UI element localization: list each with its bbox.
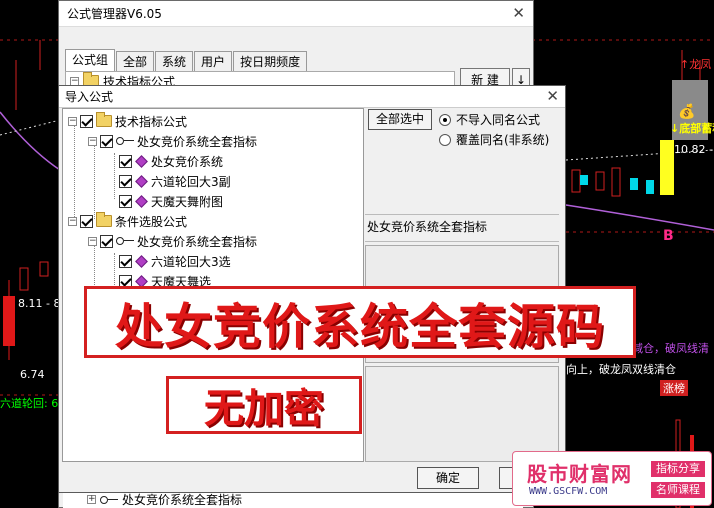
tree-item-label: 技术指标公式: [115, 114, 188, 129]
dragon-phoenix-label: ↑龙凤: [680, 58, 712, 71]
watermark-url: WWW.GSCFW.COM: [529, 486, 608, 497]
key-icon: [116, 236, 134, 246]
folder-icon: [96, 212, 112, 227]
tree-item[interactable]: 处女竞价系统: [119, 152, 223, 170]
subline-text: 无加密: [204, 385, 324, 432]
formula-diamond-icon: [135, 174, 148, 188]
collapse-icon[interactable]: −: [68, 116, 77, 126]
tree-item-label: 处女竞价系统全套指标: [137, 134, 258, 149]
tree-item[interactable]: 六道轮回大3副: [119, 172, 231, 190]
tree-item[interactable]: − 处女竞价系统全套指标: [88, 232, 257, 250]
option-overwrite-duplicates[interactable]: 覆盖同名(非系统): [439, 131, 549, 148]
price-label-low: 6.74: [20, 368, 45, 381]
select-all-button[interactable]: 全部选中: [368, 109, 432, 130]
key-icon: [116, 136, 134, 146]
radio-button[interactable]: [439, 133, 451, 146]
collapse-icon[interactable]: −: [88, 236, 97, 246]
tab-all[interactable]: 全部: [116, 51, 155, 71]
tree-item-label: 天魔天舞附图: [151, 194, 224, 209]
watermark-tag-master-course: 名师课程: [651, 482, 705, 498]
subline-banner: 无加密: [166, 376, 362, 434]
close-icon[interactable]: ✕: [546, 87, 559, 105]
price-label-right: 10.82 -: [674, 143, 713, 156]
tab-by-date-frequency[interactable]: 按日期频度: [233, 51, 308, 71]
signal-text-2: 向上，破龙凤双线清仓: [566, 363, 676, 376]
headline-banner: 处女竞价系统全套源码: [84, 286, 636, 358]
tab-formula-group[interactable]: 公式组: [65, 49, 116, 71]
tree-item-label: 六道轮回大3选: [151, 254, 231, 269]
collapse-icon[interactable]: −: [68, 216, 77, 226]
headline-text: 处女竞价系统全套源码: [114, 299, 605, 355]
tree-checkbox[interactable]: [119, 154, 132, 168]
collapse-icon[interactable]: −: [88, 136, 97, 146]
watermark-tag-indicator-share: 指标分享: [651, 461, 705, 477]
tree-checkbox[interactable]: [119, 194, 132, 208]
tab-system[interactable]: 系统: [155, 51, 194, 71]
tree-checkbox[interactable]: [100, 134, 113, 148]
folder-icon: [96, 112, 112, 127]
formula-detail-box: [365, 366, 559, 462]
tree-item-label: 六道轮回大3副: [151, 174, 231, 189]
close-icon[interactable]: ✕: [512, 4, 525, 22]
formula-diamond-icon: [135, 194, 148, 208]
option-label: 不导入同名公式: [456, 113, 541, 127]
tree-item[interactable]: − 处女竞价系统全套指标: [88, 132, 257, 150]
tree-checkbox[interactable]: [100, 234, 113, 248]
radio-button[interactable]: [439, 113, 451, 126]
expand-icon[interactable]: +: [87, 495, 96, 504]
tree-item[interactable]: 天魔天舞附图: [119, 192, 223, 210]
formula-manager-title: 公式管理器V6.05: [59, 1, 533, 27]
key-icon: [100, 495, 118, 505]
indicator-label: 六道轮回: 6.: [0, 397, 62, 410]
tree-checkbox[interactable]: [80, 114, 93, 128]
tree-item-label: 处女竞价系统全套指标: [137, 234, 258, 249]
bottom-accumulate-label: ↓底部蓄积: [670, 122, 714, 135]
formula-manager-tabs: 公式组 全部 系统 用户 按日期频度: [65, 49, 308, 71]
formula-diamond-icon: [135, 154, 148, 168]
tree-checkbox[interactable]: [119, 254, 132, 268]
tree-item-label: 条件选股公式: [115, 214, 188, 229]
limit-up-label: 涨榜: [660, 380, 688, 396]
tree-item[interactable]: − 条件选股公式: [68, 212, 187, 230]
option-label: 覆盖同名(非系统): [456, 133, 550, 147]
import-dialog-title: 导入公式: [59, 86, 565, 108]
buy-signal-b: B: [663, 228, 674, 244]
tree-item[interactable]: 六道轮回大3选: [119, 252, 231, 270]
tree-item-label: 处女竞价系统: [151, 154, 224, 169]
tab-user[interactable]: 用户: [194, 51, 233, 71]
tree-checkbox[interactable]: [80, 214, 93, 228]
bottom-item-label: 处女竞价系统全套指标: [122, 493, 243, 507]
site-watermark: 股市财富网 WWW.GSCFW.COM 指标分享 名师课程: [512, 451, 712, 506]
tree-item[interactable]: − 技术指标公式: [68, 112, 187, 130]
ok-button[interactable]: 确定: [417, 467, 479, 489]
tree-checkbox[interactable]: [119, 174, 132, 188]
option-skip-duplicates[interactable]: 不导入同名公式: [439, 111, 540, 128]
watermark-site-name: 股市财富网: [527, 462, 632, 486]
formula-description-label: 处女竞价系统全套指标: [365, 214, 559, 242]
money-bag-icon: 💰: [678, 104, 696, 120]
formula-diamond-icon: [135, 254, 148, 268]
